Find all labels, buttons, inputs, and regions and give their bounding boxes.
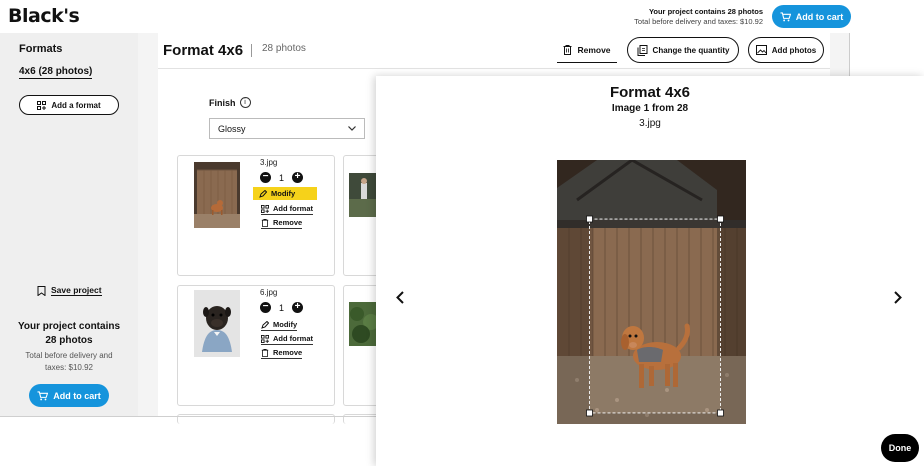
remove-link-label: Remove [273, 218, 303, 227]
finish-label-text: Finish [209, 97, 236, 108]
photo-thumbnail[interactable] [194, 162, 240, 228]
chevron-down-icon [348, 126, 356, 131]
sidebar-summary-title: Your project contains 28 photos [17, 321, 121, 346]
add-format-link[interactable]: Add format [261, 204, 313, 215]
pencil-icon [261, 320, 269, 329]
sidebar-summary: Your project contains 28 photos Total be… [0, 320, 138, 374]
toolbar-remove-button[interactable]: Remove [557, 37, 617, 63]
image-add-icon [755, 45, 767, 55]
minus-icon[interactable]: − [260, 172, 271, 183]
add-format-link-label: Add format [273, 334, 313, 343]
copies-icon [637, 44, 648, 56]
logo[interactable]: Black's [8, 5, 80, 27]
sidebar-item-format-4x6[interactable]: 4x6 (28 photos) [19, 66, 93, 79]
remove-link[interactable]: Remove [261, 348, 303, 359]
bookmark-icon [37, 285, 46, 296]
save-project-label: Save project [51, 285, 102, 296]
modify-label: Modify [273, 320, 298, 329]
photo-thumbnail[interactable] [194, 290, 240, 357]
add-format-button[interactable]: Add a format [19, 95, 119, 115]
modify-button[interactable]: Modify [253, 187, 318, 200]
remove-link[interactable]: Remove [261, 218, 303, 229]
sidebar-divider [138, 33, 158, 416]
plus-icon[interactable]: + [292, 172, 304, 183]
grid-plus-icon [261, 334, 269, 343]
trash-icon [261, 348, 269, 357]
header-add-to-cart-button[interactable]: Add to cart [772, 5, 851, 28]
save-project-button[interactable]: Save project [37, 285, 102, 296]
plus-icon[interactable]: + [292, 302, 304, 313]
trash-icon [261, 218, 269, 227]
card-filename: 3.jpg [260, 158, 278, 167]
header-summary: Your project contains 28 photos Total be… [634, 7, 763, 27]
card-filename: 6.jpg [260, 288, 278, 297]
add-format-link-label: Add format [273, 204, 313, 213]
previous-image-button[interactable] [392, 289, 408, 305]
header-add-to-cart-label: Add to cart [795, 11, 844, 22]
cart-icon [780, 11, 791, 21]
sidebar-add-to-cart-label: Add to cart [53, 390, 101, 401]
quantity-stepper: − 1 + [260, 302, 304, 313]
sidebar: Formats 4x6 (28 photos) Add a format Sav… [0, 33, 138, 416]
title-separator [251, 44, 252, 57]
chevron-left-icon [396, 290, 404, 304]
finish-select[interactable]: Glossy [209, 118, 365, 139]
add-photos-label: Add photos [771, 45, 817, 55]
remove-link-label: Remove [273, 348, 303, 357]
sidebar-title: Formats [19, 43, 63, 55]
photo-card: 3.jpg − 1 + Modify Add format Remove [177, 155, 335, 276]
modify-button[interactable]: Modify [261, 320, 298, 331]
grid-plus-icon [261, 204, 269, 213]
finish-label: Finish i [209, 97, 251, 108]
change-quantity-button[interactable]: Change the quantity [627, 37, 739, 63]
pencil-icon [259, 189, 267, 198]
quantity-value: 1 [279, 302, 285, 313]
sidebar-summary-total: Total before delivery and taxes: $10.92 [25, 351, 113, 372]
quantity-value: 1 [279, 172, 285, 183]
app-root: Black's Your project contains 28 photos … [0, 0, 924, 466]
main-header: Format 4x6 28 photos Remove Change the q… [158, 33, 830, 69]
divider [0, 416, 376, 417]
header-summary-total: Total before delivery and taxes: $10.92 [634, 17, 763, 26]
crop-preview-image[interactable] [557, 160, 746, 424]
modal-subtitle: Image 1 from 28 [611, 103, 689, 114]
trash-icon [563, 44, 572, 55]
header-summary-title: Your project contains 28 photos [648, 7, 763, 16]
chevron-right-icon [894, 290, 902, 304]
toolbar-remove-label: Remove [577, 44, 611, 55]
photo-thumbnail[interactable] [349, 173, 379, 217]
minus-icon[interactable]: − [260, 302, 271, 313]
sidebar-add-to-cart-button[interactable]: Add to cart [29, 384, 109, 407]
modal-title: Format 4x6 [609, 84, 691, 101]
change-quantity-label: Change the quantity [652, 45, 730, 55]
quantity-stepper: − 1 + [260, 172, 304, 183]
finish-select-value: Glossy [218, 123, 246, 134]
grid-plus-icon [37, 100, 47, 110]
photo-thumbnail[interactable] [349, 302, 379, 346]
add-format-link[interactable]: Add format [261, 334, 313, 345]
add-photos-button[interactable]: Add photos [748, 37, 824, 63]
modify-label: Modify [271, 189, 296, 198]
done-button[interactable]: Done [881, 434, 919, 462]
page-title: Format 4x6 [163, 42, 244, 59]
scroll-edge [830, 33, 850, 77]
cart-icon [37, 390, 49, 400]
add-format-label: Add a format [51, 100, 101, 110]
photo-count: 28 photos [262, 43, 306, 54]
info-icon[interactable]: i [239, 97, 251, 108]
modal-filename: 3.jpg [639, 118, 661, 129]
next-image-button[interactable] [890, 289, 906, 305]
crop-modal: Format 4x6 Image 1 from 28 3.jpg [376, 76, 924, 466]
photo-card: 6.jpg − 1 + Modify Add format Remove [177, 285, 335, 406]
